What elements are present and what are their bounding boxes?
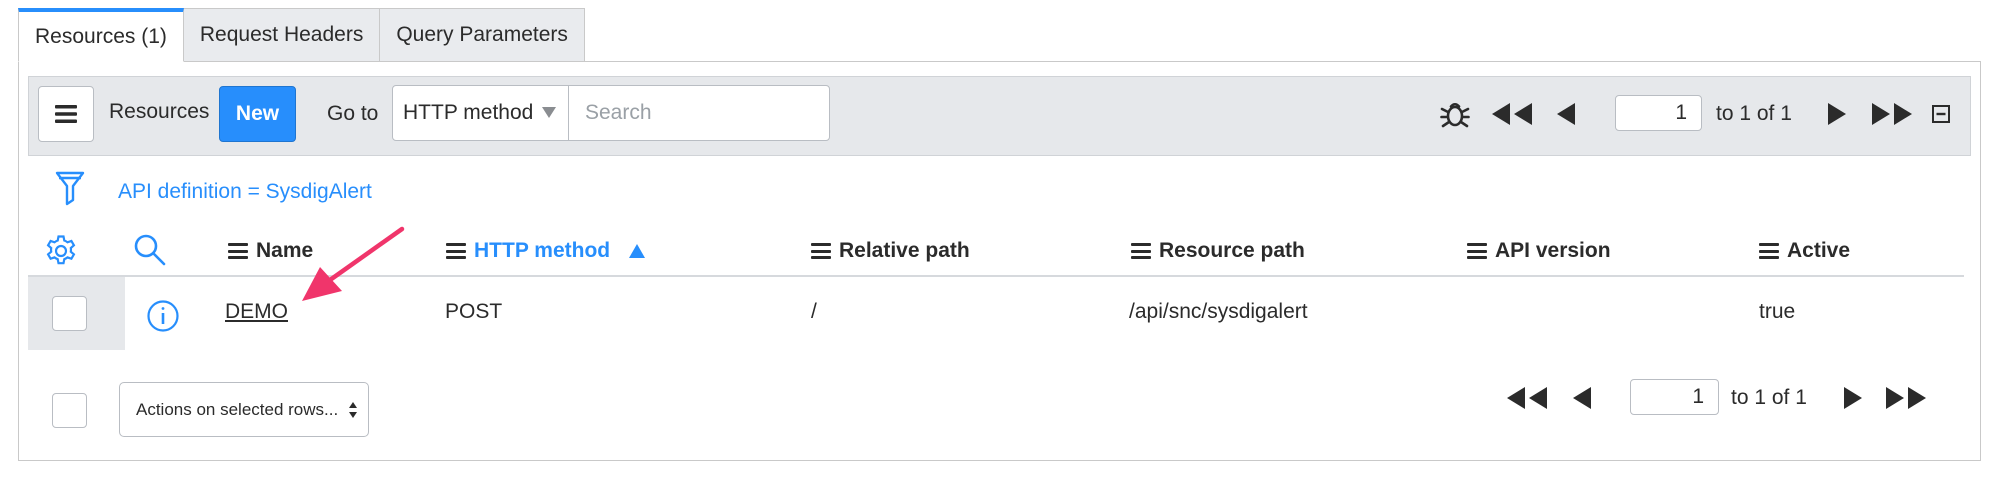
list-context-menu-button[interactable] — [38, 86, 94, 142]
first-page-icon[interactable] — [1490, 101, 1534, 127]
footer-next-page-icon[interactable] — [1842, 385, 1864, 411]
goto-field-select[interactable]: HTTP method — [392, 85, 569, 141]
cell-http-method: POST — [445, 300, 503, 323]
record-name-link[interactable]: DEMO — [225, 300, 288, 324]
column-header-api-version[interactable]: API version — [1467, 236, 1611, 266]
select-all-checkbox[interactable] — [52, 393, 87, 428]
sort-ascending-icon — [629, 244, 646, 258]
column-header-relative-path[interactable]: Relative path — [811, 236, 970, 266]
goto-field-value: HTTP method — [403, 101, 534, 124]
column-search-icon[interactable] — [132, 232, 168, 268]
footer-page-number-input[interactable] — [1630, 379, 1719, 415]
column-label: Active — [1787, 239, 1851, 262]
collapse-icon[interactable] — [1931, 104, 1951, 124]
tab-request-headers[interactable]: Request Headers — [182, 8, 381, 62]
goto-label: Go to — [327, 102, 379, 125]
column-menu-icon[interactable] — [1759, 243, 1779, 259]
related-list-tabs: Resources (1) Request Headers Query Para… — [18, 8, 585, 62]
list-settings-gear-icon[interactable] — [44, 234, 78, 268]
column-header-active[interactable]: Active — [1759, 236, 1850, 266]
cell-active: true — [1759, 300, 1796, 323]
last-page-icon[interactable] — [1870, 101, 1914, 127]
footer-page-summary: to 1 of 1 — [1731, 386, 1807, 409]
record-info-icon[interactable] — [146, 299, 180, 333]
list-actions-select[interactable]: Actions on selected rows... — [119, 382, 369, 437]
tab-query-parameters[interactable]: Query Parameters — [379, 8, 585, 62]
column-label: API version — [1495, 239, 1611, 262]
column-header-resource-path[interactable]: Resource path — [1131, 236, 1305, 266]
page-summary: to 1 of 1 — [1716, 102, 1792, 125]
column-menu-icon[interactable] — [1467, 243, 1487, 259]
filter-funnel-icon[interactable] — [55, 170, 85, 208]
column-menu-icon[interactable] — [228, 243, 248, 259]
list-title: Resources — [109, 100, 210, 123]
tab-label: Resources (1) — [35, 24, 167, 48]
row-checkbox[interactable] — [52, 296, 87, 331]
page-number-input[interactable] — [1615, 95, 1702, 131]
column-label: HTTP method — [474, 239, 611, 262]
previous-page-icon[interactable] — [1555, 101, 1577, 127]
cell-resource-path: /api/snc/sysdigalert — [1129, 300, 1308, 323]
actions-select-label: Actions on selected rows... — [136, 399, 339, 419]
select-updown-icon — [349, 402, 357, 418]
filter-breadcrumb[interactable]: API definition = SysdigAlert — [118, 180, 372, 204]
footer-previous-page-icon[interactable] — [1571, 385, 1593, 411]
tab-label: Query Parameters — [396, 23, 568, 46]
column-label: Resource path — [1159, 239, 1305, 262]
cell-relative-path: / — [811, 300, 817, 323]
footer-last-page-icon[interactable] — [1884, 385, 1928, 411]
caret-down-icon — [542, 107, 556, 118]
column-header-http-method[interactable]: HTTP method — [446, 236, 646, 266]
column-label: Relative path — [839, 239, 970, 262]
column-menu-icon[interactable] — [1131, 243, 1151, 259]
footer-first-page-icon[interactable] — [1505, 385, 1549, 411]
debug-bug-icon[interactable] — [1438, 97, 1472, 131]
tab-label: Request Headers — [199, 23, 364, 46]
annotation-arrow-icon — [302, 226, 405, 301]
tab-resources[interactable]: Resources (1) — [18, 8, 184, 62]
search-input[interactable] — [568, 85, 830, 141]
new-button[interactable]: New — [219, 86, 296, 142]
hamburger-icon — [55, 105, 77, 123]
next-page-icon[interactable] — [1826, 101, 1848, 127]
column-menu-icon[interactable] — [446, 243, 466, 259]
column-menu-icon[interactable] — [811, 243, 831, 259]
